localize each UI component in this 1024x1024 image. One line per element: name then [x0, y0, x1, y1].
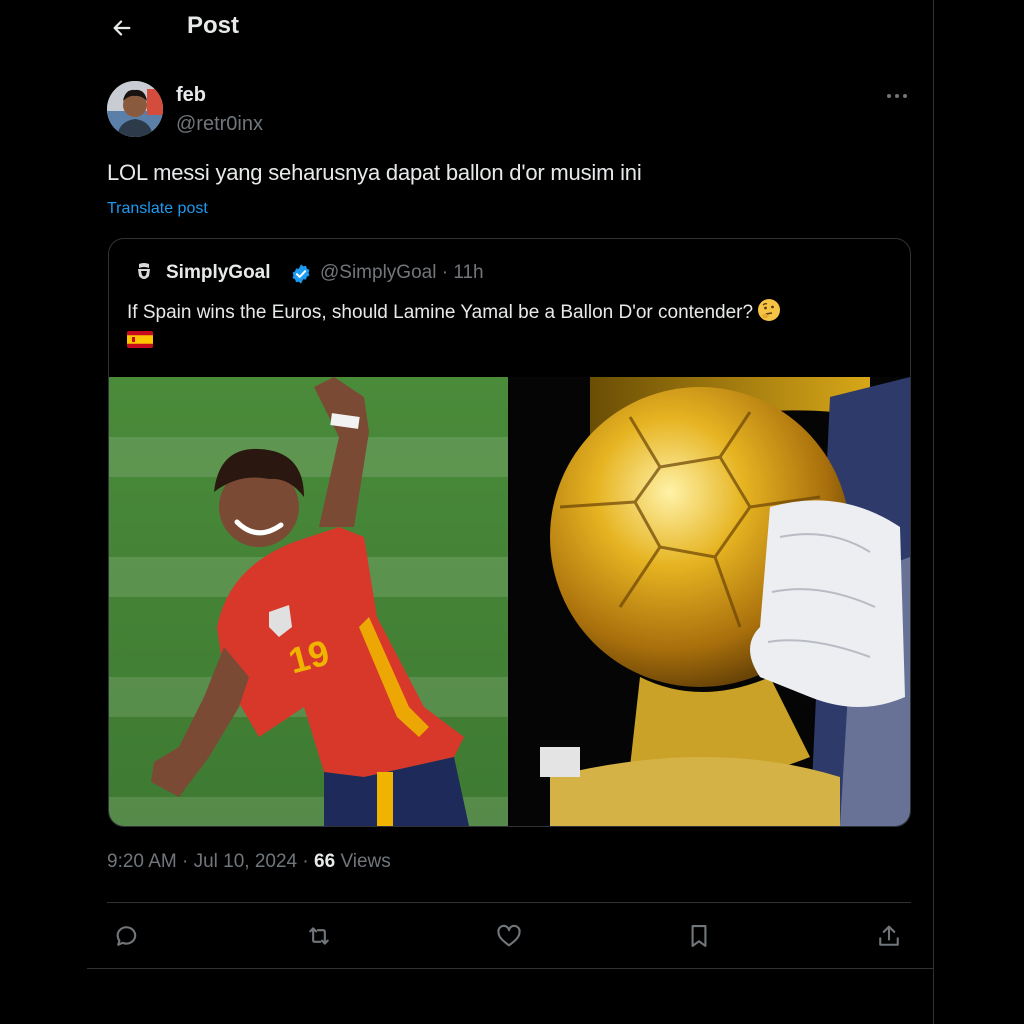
spain-flag-icon [127, 331, 153, 348]
avatar[interactable] [107, 81, 163, 137]
divider [87, 968, 933, 969]
quote-author-name[interactable]: SimplyGoal [166, 262, 271, 284]
more-options-button[interactable] [880, 84, 914, 108]
quote-text-body: If Spain wins the Euros, should Lamine Y… [127, 302, 754, 323]
retweet-icon [309, 927, 329, 945]
reply-icon [116, 926, 137, 946]
ballon-dor-photo[interactable] [510, 377, 910, 826]
column-divider [933, 0, 934, 1024]
quote-text: If Spain wins the Euros, should Lamine Y… [127, 298, 781, 328]
more-dots-icon [887, 94, 907, 98]
back-button[interactable] [104, 10, 140, 46]
share-button[interactable] [869, 916, 909, 956]
thinking-face-icon [757, 298, 781, 328]
quoted-post[interactable]: SimplyGoal @SimplyGoal · 11h If Spain wi… [108, 238, 911, 827]
author-name[interactable]: feb [176, 84, 206, 107]
simplygoal-logo-icon [138, 263, 150, 279]
reply-button[interactable] [107, 916, 147, 956]
share-icon [879, 925, 899, 946]
translate-post-link[interactable]: Translate post [107, 200, 208, 218]
quote-author-handle[interactable]: @SimplyGoal · 11h [320, 262, 484, 284]
author-handle[interactable]: @retr0inx [176, 113, 263, 136]
divider [107, 902, 911, 903]
player-photo[interactable]: 19 [109, 377, 508, 826]
quote-media[interactable]: 19 [109, 377, 910, 826]
verified-badge-icon [290, 263, 312, 285]
action-bar [107, 916, 911, 956]
page-title: Post [187, 12, 240, 39]
retweet-button[interactable] [299, 916, 339, 956]
views-label: Views [340, 851, 391, 872]
like-button[interactable] [489, 916, 529, 956]
arrow-left-icon [113, 20, 131, 36]
views-count: 66 [314, 851, 336, 872]
post-meta: 9:20 AM · Jul 10, 2024 · 66 Views [107, 851, 391, 873]
header: Post [0, 0, 933, 56]
quote-avatar [133, 261, 155, 283]
post-timestamp[interactable]: 9:20 AM · Jul 10, 2024 · [107, 851, 314, 872]
bookmark-button[interactable] [679, 916, 719, 956]
bookmark-icon [691, 925, 707, 947]
post-text: LOL messi yang seharusnya dapat ballon d… [107, 160, 642, 185]
like-icon [497, 924, 521, 947]
